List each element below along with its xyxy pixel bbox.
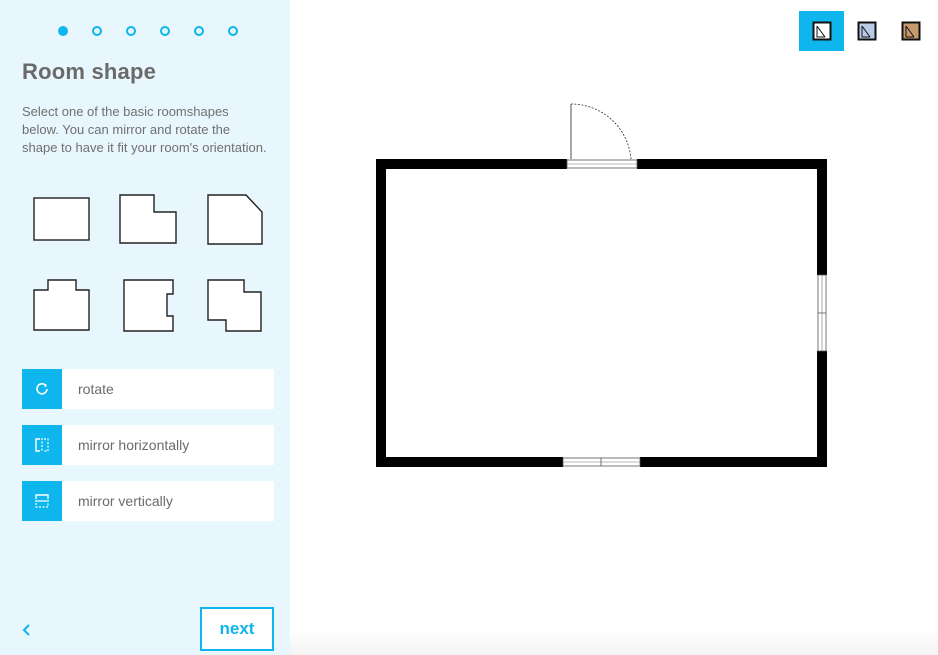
shape-cut-corner-button[interactable]	[202, 190, 266, 252]
back-button[interactable]	[18, 620, 36, 640]
shape-grid	[22, 190, 274, 340]
sidebar: Room shape Select one of the basic rooms…	[0, 0, 290, 655]
mirror-horizontal-button[interactable]: mirror horizontally	[22, 425, 274, 465]
rotate-icon	[22, 369, 62, 409]
mirror-vertical-label: mirror vertically	[78, 493, 173, 509]
shape-l-notch-button[interactable]	[116, 190, 180, 252]
room-walls[interactable]	[376, 159, 827, 467]
mirror-horizontal-icon	[22, 425, 62, 465]
shape-notched-side-button[interactable]	[116, 276, 180, 338]
shape-offset-l-button[interactable]	[202, 276, 266, 338]
door-top[interactable]	[566, 103, 638, 169]
shape-rectangle-button[interactable]	[30, 190, 94, 252]
step-dot-6[interactable]	[228, 26, 238, 36]
next-button[interactable]: next	[200, 607, 274, 651]
step-indicator	[58, 26, 238, 36]
floor-plan-canvas[interactable]	[290, 0, 938, 655]
mirror-vertical-icon	[22, 481, 62, 521]
step-dot-2[interactable]	[92, 26, 102, 36]
window-right[interactable]	[817, 274, 827, 352]
instructions: Select one of the basic roomshapes below…	[22, 104, 267, 155]
step-dot-1[interactable]	[58, 26, 68, 36]
step-dot-5[interactable]	[194, 26, 204, 36]
chevron-left-icon	[22, 624, 30, 636]
mirror-vertical-button[interactable]: mirror vertically	[22, 481, 274, 521]
rotate-button[interactable]: rotate	[22, 369, 274, 409]
shape-t-shape-button[interactable]	[30, 276, 94, 338]
window-bottom[interactable]	[562, 457, 641, 467]
mirror-horizontal-label: mirror horizontally	[78, 437, 190, 453]
floor-plan	[376, 103, 827, 467]
page-title: Room shape	[22, 59, 157, 84]
step-dot-3[interactable]	[126, 26, 136, 36]
canvas-footer-shade	[290, 628, 938, 655]
step-dot-4[interactable]	[160, 26, 170, 36]
rotate-label: rotate	[78, 381, 114, 397]
